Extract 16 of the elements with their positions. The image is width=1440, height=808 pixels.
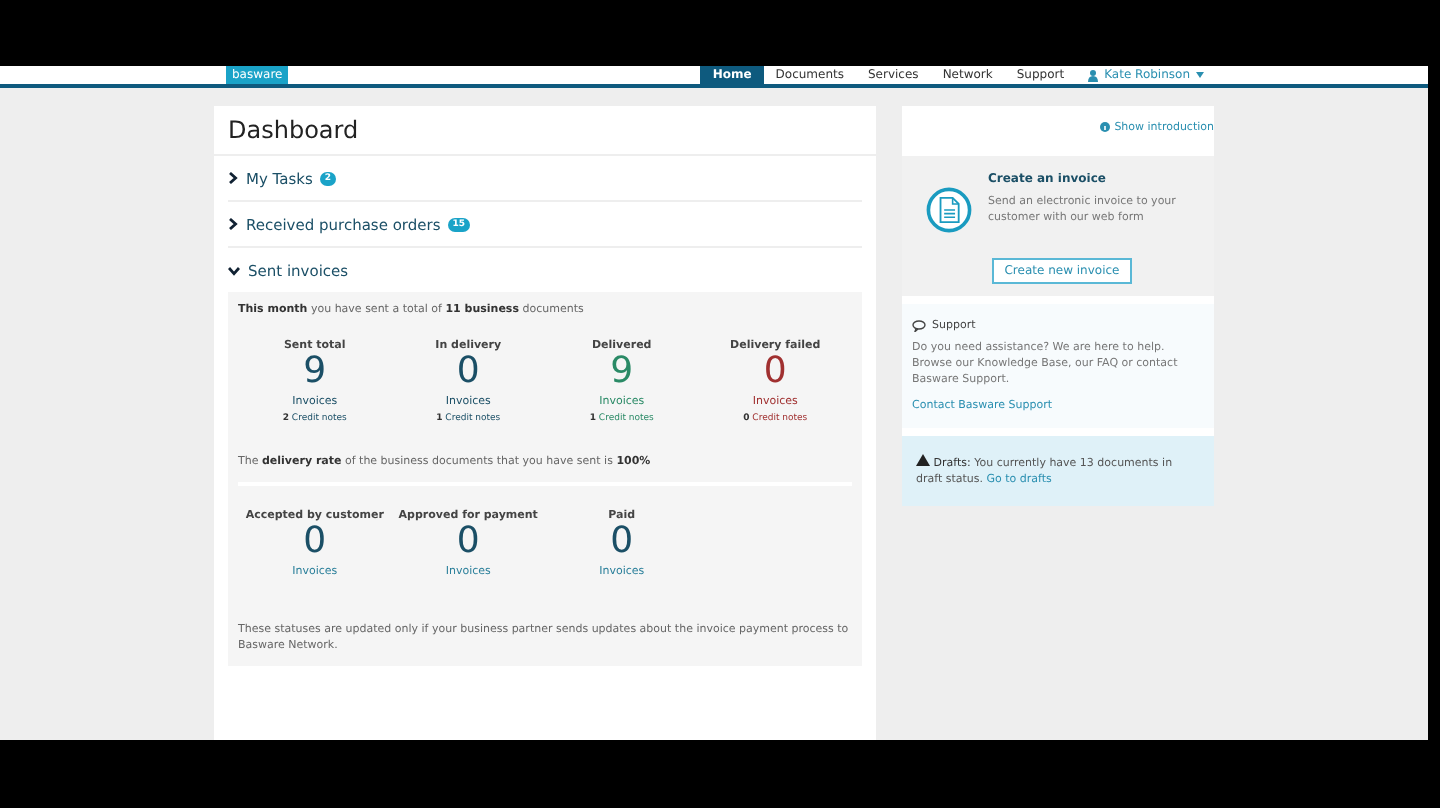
chevron-right-icon <box>228 172 238 184</box>
user-icon <box>1088 69 1099 81</box>
page-title: Dashboard <box>228 116 359 144</box>
stat-value: 0 <box>303 522 327 562</box>
caret-icon <box>1196 72 1204 78</box>
stat-value: 0 <box>610 522 634 562</box>
stat-value: 9 <box>303 352 327 392</box>
stat-value: 0 <box>763 352 787 392</box>
chevron-right-icon <box>228 218 238 230</box>
info-icon <box>1100 122 1111 132</box>
stat-value: 9 <box>610 352 634 392</box>
stat-value: 0 <box>456 352 480 392</box>
chevron-down-icon <box>228 265 240 275</box>
speech-bubble-icon <box>912 320 926 332</box>
stat-value: 0 <box>456 522 480 562</box>
warning-icon <box>916 454 930 466</box>
